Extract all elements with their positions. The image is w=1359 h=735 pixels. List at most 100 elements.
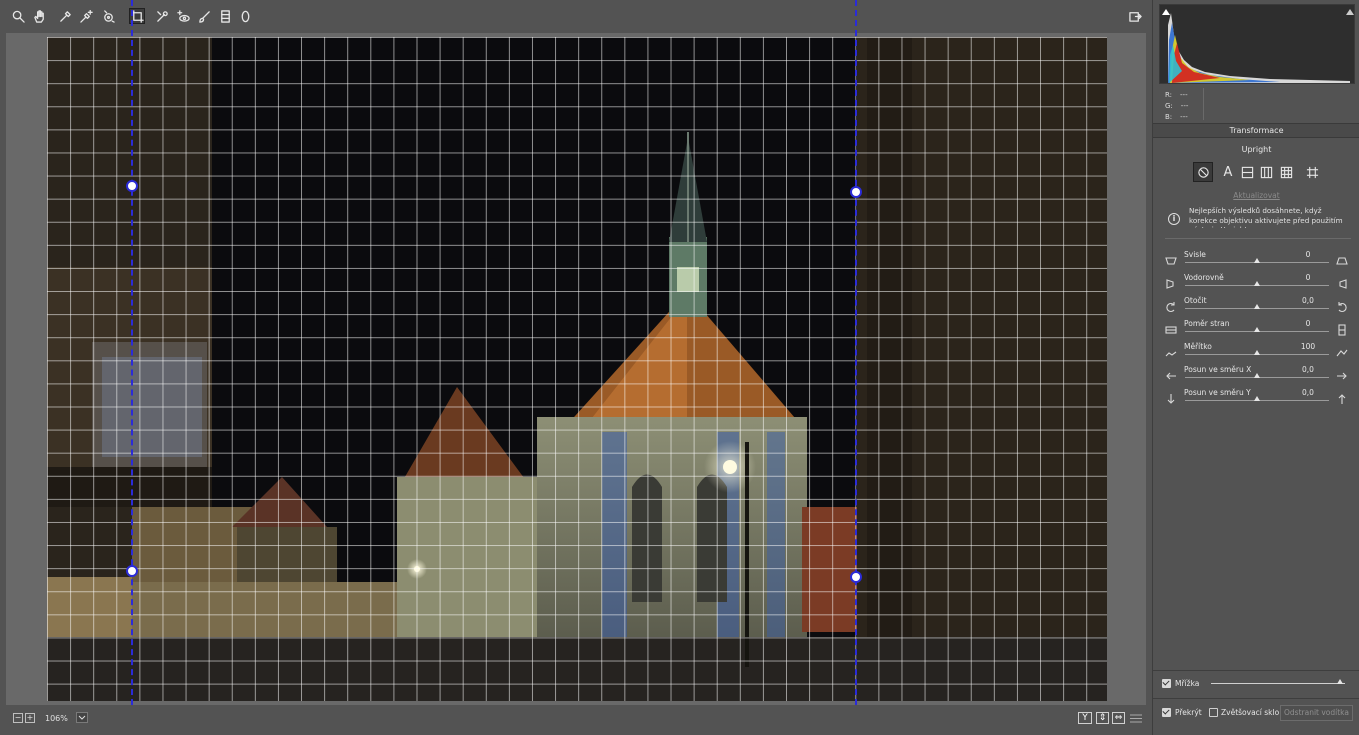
guide-handle-right-top[interactable] [850,186,862,198]
upright-title: Upright [1241,145,1272,154]
vertical-perspective-plus-icon [1336,255,1348,267]
upright-guided-button[interactable] [1302,162,1322,182]
copy-settings-button[interactable]: ⇔ [1112,712,1125,724]
top-toolbar [0,0,1152,33]
guide-handle-left-top[interactable] [126,180,138,192]
full-icon [1280,166,1292,178]
histogram-graph [1168,13,1350,83]
before-after-y-button[interactable]: Y [1078,712,1092,724]
divider [1153,670,1359,671]
photo-preview[interactable] [47,37,1107,701]
slider-label: Posun ve směru X [1184,365,1252,374]
offset-x-minus-icon [1165,370,1177,382]
bottom-status-bar: − + 106% Y ⇕ ⇔ [0,705,1152,735]
hand-tool-hand-icon[interactable] [31,8,47,24]
slider-thumb[interactable] [1253,281,1260,286]
guide-handle-right-bottom[interactable] [850,571,862,583]
slider-value[interactable]: 0,0 [1288,388,1328,397]
slider-offset-y: Posun ve směru Y 0,0 [1153,388,1359,411]
rotate-plus-icon [1336,301,1348,313]
slider-label: Měřítko [1184,342,1212,351]
slider-value[interactable]: 0,0 [1288,296,1328,305]
targeted-adjustment-target-icon[interactable] [100,8,116,24]
vertical-icon [1260,166,1272,178]
panel-title: Transformace [1153,123,1359,138]
radial-filter-ellipse-icon[interactable] [237,8,253,24]
grid-checkbox[interactable] [1162,679,1171,688]
swap-settings-button[interactable]: ⇕ [1096,712,1109,724]
offset-y-minus-icon [1165,393,1177,405]
slider-value[interactable]: 100 [1288,342,1328,351]
upright-auto-button[interactable]: A [1218,162,1238,182]
blue-label: B: [1165,113,1173,121]
zoom-level-value: 106% [45,714,68,723]
guided-upright-guide-right[interactable] [855,0,857,735]
divider [1153,698,1359,699]
slider-vertical-perspective: Svisle 0 [1153,250,1359,273]
update-link[interactable]: Aktualizovat [1153,191,1359,200]
white-balance-eyedropper-icon[interactable] [57,8,73,24]
upright-vertical-button[interactable] [1256,162,1276,182]
zoom-tool-magnifier-icon[interactable] [10,8,26,24]
overlay-checkbox-label: Překrýt [1175,708,1202,717]
shadow-clipping-icon[interactable] [1162,7,1170,15]
upright-off-button[interactable] [1193,162,1213,182]
highlight-clipping-icon[interactable] [1346,7,1354,15]
divider [1203,88,1204,120]
green-label: G: [1165,102,1173,110]
vertical-perspective-minus-icon [1165,255,1177,267]
loupe-checkbox-label: Zvětšovací sklo [1221,708,1280,717]
right-panel: R: --- G: --- B: --- Transformace Upright A… [1152,0,1359,735]
slider-thumb[interactable] [1253,258,1260,263]
slider-scale: Měřítko 100 [1153,342,1359,365]
grid-checkbox-label: Mřížka [1175,679,1200,688]
overlay-checkbox[interactable] [1162,708,1171,717]
level-icon [1241,166,1253,178]
offset-y-plus-icon [1336,393,1348,405]
image-canvas[interactable] [6,33,1146,705]
info-icon: i [1168,213,1180,225]
slider-thumb[interactable] [1253,396,1260,401]
zoom-in-button[interactable]: + [25,713,35,723]
adjustment-brush-icon[interactable] [196,8,212,24]
open-in-photoshop-icon[interactable] [1127,8,1143,24]
rgb-readout: R: --- G: --- B: --- [1165,90,1188,123]
guided-icon [1306,166,1318,178]
red-eye-eye-plus-icon[interactable] [175,8,191,24]
green-value: --- [1180,102,1189,110]
slider-aspect: Poměr stran 0 [1153,319,1359,342]
auto-icon: A [1223,164,1233,180]
slider-value[interactable]: 0 [1288,273,1328,282]
slider-thumb[interactable] [1253,373,1260,378]
slider-value[interactable]: 0,0 [1288,365,1328,374]
spot-removal-brush-x-icon[interactable] [154,8,170,24]
slider-value[interactable]: 0 [1288,250,1328,259]
loupe-checkbox[interactable] [1209,708,1218,717]
offset-x-plus-icon [1336,370,1348,382]
slider-offset-x: Posun ve směru X 0,0 [1153,365,1359,388]
grid-size-slider-track[interactable] [1211,683,1345,684]
remove-guides-button[interactable]: Odstranit vodítka [1280,705,1353,721]
slider-horizontal-perspective: Vodorovně 0 [1153,273,1359,296]
horizontal-perspective-minus-icon [1165,278,1177,290]
slider-value[interactable]: 0 [1288,319,1328,328]
zoom-dropdown-button[interactable] [76,712,88,723]
slider-thumb[interactable] [1253,350,1260,355]
slider-label: Poměr stran [1184,319,1230,328]
color-sampler-eyedropper-plus-icon[interactable] [78,8,94,24]
divider [1165,238,1351,239]
upright-full-button[interactable] [1276,162,1296,182]
slider-rotate: Otočit 0,0 [1153,296,1359,319]
off-icon [1197,166,1209,178]
aspect-minus-icon [1165,324,1177,336]
guided-upright-guide-left[interactable] [131,0,133,735]
grid-size-slider-thumb[interactable] [1337,679,1344,684]
guide-handle-left-bottom[interactable] [126,565,138,577]
slider-thumb[interactable] [1253,304,1260,309]
zoom-out-button[interactable]: − [13,713,23,723]
slider-thumb[interactable] [1253,327,1260,332]
slider-label: Vodorovně [1184,273,1224,282]
sliders-icon[interactable] [1130,713,1142,724]
upright-level-button[interactable] [1237,162,1257,182]
graduated-filter-gradient-rect-icon[interactable] [217,8,233,24]
